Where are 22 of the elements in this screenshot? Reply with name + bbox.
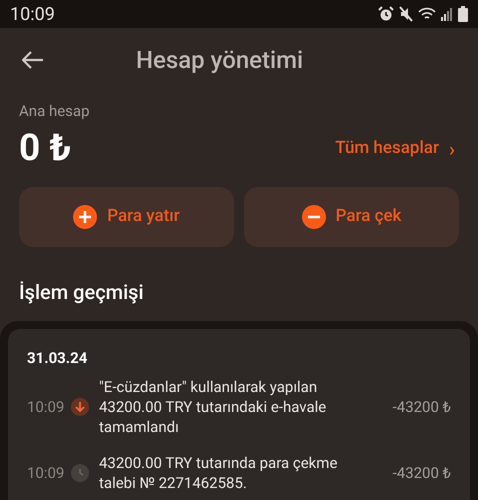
transaction-description: "E-cüzdanlar" kullanılarak yapılan 43200.00 TRY tutarındaki e-havale tamamlandı	[99, 377, 328, 437]
signal-icon	[441, 7, 453, 21]
date-header: 31.03.24	[27, 348, 88, 368]
all-accounts-link[interactable]: Tüm hesaplar ›	[335, 134, 459, 164]
plus-icon	[73, 204, 98, 228]
transaction-amount: -43200 ₺	[392, 396, 451, 418]
transaction-description: 43200.00 TRY tutarında para çekme talebi № 2271462585.	[99, 453, 338, 493]
battery-icon	[458, 6, 468, 22]
transaction-time: 10:09	[27, 462, 66, 484]
account-label: Ana hesap	[19, 101, 90, 122]
status-time: 10:09	[10, 2, 55, 26]
deposit-button[interactable]: Para yatır	[19, 186, 234, 246]
clock-icon	[71, 464, 89, 482]
page-title: Hesap yönetimi	[136, 45, 304, 76]
balance-amount: 0 ₺	[19, 126, 72, 172]
minus-icon	[302, 204, 326, 228]
alarm-icon	[378, 6, 394, 22]
section-title: İşlem geçmişi	[19, 278, 145, 306]
withdraw-button[interactable]: Para çek	[244, 186, 459, 246]
mute-icon	[399, 6, 413, 22]
transaction-amount: -43200 ₺	[392, 462, 451, 484]
transaction-time: 10:09	[27, 396, 66, 418]
